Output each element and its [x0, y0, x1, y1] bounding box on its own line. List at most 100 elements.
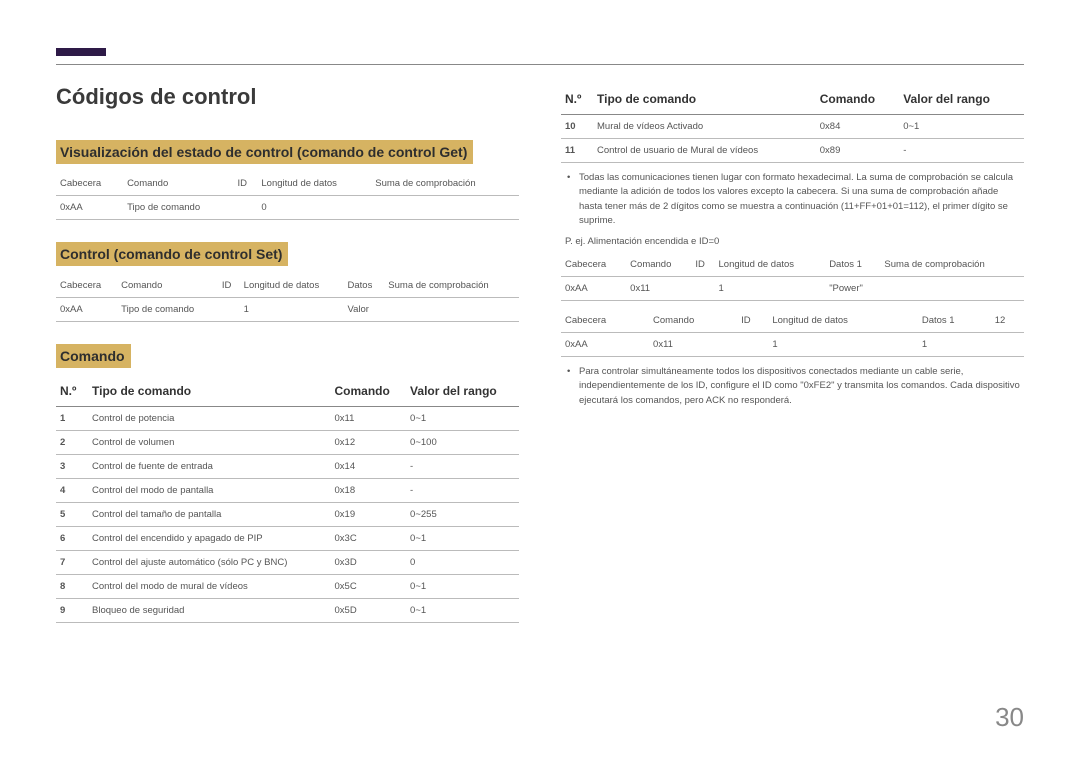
set-c0: 0xAA	[56, 298, 117, 322]
set-c2	[218, 298, 240, 322]
ex1-c1: 0x11	[626, 277, 691, 301]
table-cell: Control del encendido y apagado de PIP	[88, 527, 331, 551]
ex2-h2: ID	[737, 309, 768, 333]
cmd-h0: N.º	[56, 376, 88, 407]
ex2-c3: 1	[768, 333, 917, 357]
set-c3: 1	[240, 298, 344, 322]
table-cell: 1	[56, 407, 88, 431]
get-c2	[234, 196, 258, 220]
table-cell: 8	[56, 575, 88, 599]
cmd-rh3: Valor del rango	[899, 84, 1024, 115]
cmd-rh0: N.º	[561, 84, 593, 115]
set-h3: Longitud de datos	[240, 274, 344, 298]
get-h2: ID	[234, 172, 258, 196]
get-c1: Tipo de comando	[123, 196, 233, 220]
table-cell: 5	[56, 503, 88, 527]
set-h4: Datos	[344, 274, 385, 298]
table-cell: Control del ajuste automático (sólo PC y…	[88, 551, 331, 575]
simultaneous-note: Para controlar simultáneamente todos los…	[561, 365, 1024, 408]
table-cell: 0	[406, 551, 519, 575]
table-cell: 0~1	[899, 115, 1024, 139]
ex1-h5: Suma de comprobación	[880, 253, 1024, 277]
cmd-rh1: Tipo de comando	[593, 84, 816, 115]
cmd-table-left: N.º Tipo de comando Comando Valor del ra…	[56, 376, 519, 623]
get-h4: Suma de comprobación	[371, 172, 519, 196]
table-cell: 0~1	[406, 407, 519, 431]
get-c0: 0xAA	[56, 196, 123, 220]
ex1-h4: Datos 1	[825, 253, 880, 277]
get-h0: Cabecera	[56, 172, 123, 196]
get-table: Cabecera Comando ID Longitud de datos Su…	[56, 172, 519, 220]
top-rule	[56, 64, 1024, 65]
ex2-c1: 0x11	[649, 333, 737, 357]
cmd-h3: Valor del rango	[406, 376, 519, 407]
get-c4	[371, 196, 519, 220]
table-cell: 9	[56, 599, 88, 623]
table-cell: 0x14	[331, 455, 407, 479]
content-columns: Códigos de control Visualización del est…	[56, 84, 1024, 631]
example-table-1: Cabecera Comando ID Longitud de datos Da…	[561, 253, 1024, 301]
ex2-h5: 12	[991, 309, 1024, 333]
set-h1: Comando	[117, 274, 218, 298]
cmd-table-right: N.º Tipo de comando Comando Valor del ra…	[561, 84, 1024, 163]
table-row: 6Control del encendido y apagado de PIP0…	[56, 527, 519, 551]
cmd-h1: Tipo de comando	[88, 376, 331, 407]
cmd-rh2: Comando	[816, 84, 899, 115]
table-cell: 10	[561, 115, 593, 139]
set-h0: Cabecera	[56, 274, 117, 298]
cmd-h2: Comando	[331, 376, 407, 407]
table-cell: Mural de vídeos Activado	[593, 115, 816, 139]
section-set-heading: Control (comando de control Set)	[56, 242, 288, 266]
set-c4: Valor	[344, 298, 385, 322]
table-cell: 0x12	[331, 431, 407, 455]
page-title: Códigos de control	[56, 84, 519, 110]
table-cell: 7	[56, 551, 88, 575]
ex1-h2: ID	[691, 253, 714, 277]
ex1-h3: Longitud de datos	[715, 253, 826, 277]
ex2-c5	[991, 333, 1024, 357]
table-cell: 0x3C	[331, 527, 407, 551]
set-c5	[384, 298, 519, 322]
ex1-c4: "Power"	[825, 277, 880, 301]
ex1-c3: 1	[715, 277, 826, 301]
table-cell: 0x5D	[331, 599, 407, 623]
set-table: Cabecera Comando ID Longitud de datos Da…	[56, 274, 519, 322]
set-h2: ID	[218, 274, 240, 298]
table-cell: -	[406, 455, 519, 479]
table-cell: 0x89	[816, 139, 899, 163]
table-row: 8Control del modo de mural de vídeos0x5C…	[56, 575, 519, 599]
ex2-h0: Cabecera	[561, 309, 649, 333]
page-number: 30	[995, 702, 1024, 733]
table-row: 4Control del modo de pantalla0x18-	[56, 479, 519, 503]
table-row: 10Mural de vídeos Activado0x840~1	[561, 115, 1024, 139]
table-cell: 0x19	[331, 503, 407, 527]
example-table-2: Cabecera Comando ID Longitud de datos Da…	[561, 309, 1024, 357]
table-cell: 3	[56, 455, 88, 479]
ex2-h4: Datos 1	[918, 309, 991, 333]
right-column: N.º Tipo de comando Comando Valor del ra…	[561, 84, 1024, 631]
ex1-h1: Comando	[626, 253, 691, 277]
table-cell: 0x18	[331, 479, 407, 503]
ex1-c2	[691, 277, 714, 301]
table-cell: 0~1	[406, 599, 519, 623]
table-cell: 2	[56, 431, 88, 455]
checksum-note: Todas las comunicaciones tienen lugar co…	[561, 171, 1024, 228]
table-row: 3Control de fuente de entrada0x14-	[56, 455, 519, 479]
table-cell: Control del modo de pantalla	[88, 479, 331, 503]
table-cell: 0~255	[406, 503, 519, 527]
table-cell: 0~1	[406, 575, 519, 599]
table-row: 11Control de usuario de Mural de vídeos0…	[561, 139, 1024, 163]
table-cell: 0~1	[406, 527, 519, 551]
table-row: 5Control del tamaño de pantalla0x190~255	[56, 503, 519, 527]
ex1-c5	[880, 277, 1024, 301]
table-cell: 0x3D	[331, 551, 407, 575]
ex2-c0: 0xAA	[561, 333, 649, 357]
table-cell: -	[406, 479, 519, 503]
table-cell: Control de volumen	[88, 431, 331, 455]
table-cell: 6	[56, 527, 88, 551]
table-row: 1Control de potencia0x110~1	[56, 407, 519, 431]
table-cell: 11	[561, 139, 593, 163]
table-cell: Control del modo de mural de vídeos	[88, 575, 331, 599]
table-cell: Bloqueo de seguridad	[88, 599, 331, 623]
set-h5: Suma de comprobación	[384, 274, 519, 298]
